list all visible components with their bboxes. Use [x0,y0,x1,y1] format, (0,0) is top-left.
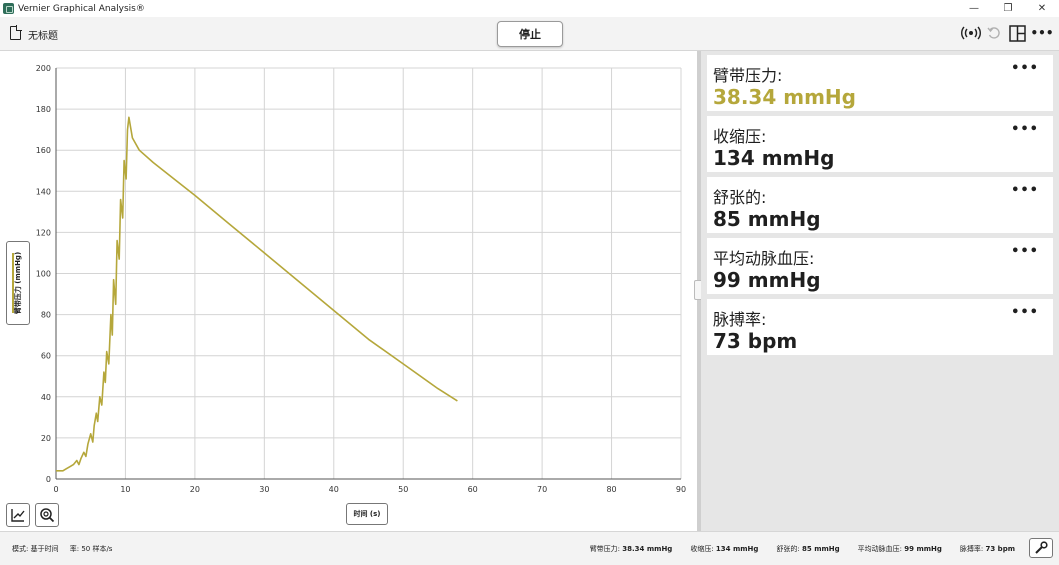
pressure-series-line [56,116,458,472]
x-tick-label: 50 [398,485,408,494]
meter-label: 臂带压力: [713,66,783,85]
x-tick-label: 80 [606,485,616,494]
sensor-settings-button[interactable] [1029,538,1053,558]
meter-label: 舒张的: [713,188,767,207]
meter-more-icon[interactable]: ••• [1011,244,1039,259]
x-axis-column-button[interactable]: 时间 (s) [346,503,388,525]
meter-more-icon[interactable]: ••• [1011,61,1039,76]
status-readout-map: 平均动脉血压: 99 mmHg [857,545,942,553]
meter-mean-arterial-pressure[interactable]: 平均动脉血压: 99 mmHg ••• [707,238,1053,294]
meter-cuff-pressure[interactable]: 臂带压力: 38.34 mmHg ••• [707,55,1053,111]
undo-icon[interactable] [986,24,1002,42]
y-tick-label: 120 [36,228,51,237]
wrench-icon [1035,541,1048,554]
graph-pane: 0 10 20 30 40 50 60 70 80 90 0 20 40 60 80 100 120 140 160… [0,51,697,531]
maximize-button[interactable]: ❐ [991,0,1025,17]
graph-tools-icon [11,509,25,522]
status-readout-cuff-pressure: 臂带压力: 38.34 mmHg [589,545,673,553]
zoom-icon [40,508,55,523]
status-left: 模式: 基于时间 率: 50 样本/s [12,544,112,554]
status-readout-pulse: 脉搏率: 73 bpm [959,545,1015,553]
y-tick-label: 0 [46,475,51,484]
meter-value: 85 mmHg [713,207,821,231]
stop-button-label: 停止 [519,28,541,41]
meter-value: 38.34 mmHg [713,85,856,109]
stop-collection-button[interactable]: 停止 [497,21,563,47]
document-icon[interactable] [10,25,22,40]
toolbar: 无标题 停止 ••• [0,17,1059,51]
app-logo-icon [3,3,14,14]
meter-value: 99 mmHg [713,268,821,292]
x-tick-label: 40 [329,485,339,494]
meter-systolic[interactable]: 收缩压: 134 mmHg ••• [707,116,1053,172]
x-tick-label: 70 [537,485,547,494]
y-tick-label: 100 [36,270,51,279]
x-tick-label: 10 [120,485,130,494]
meter-pane: 臂带压力: 38.34 mmHg ••• 收缩压: 134 mmHg ••• 舒… [701,51,1059,531]
x-tick-label: 60 [468,485,478,494]
x-tick-label: 90 [676,485,686,494]
meter-diastolic[interactable]: 舒张的: 85 mmHg ••• [707,177,1053,233]
meter-more-icon[interactable]: ••• [1011,305,1039,320]
x-tick-label: 30 [259,485,269,494]
layout-icon[interactable] [1008,24,1026,42]
y-axis-column-button[interactable]: 臂带压力 (mmHg) [6,241,30,325]
meter-label: 脉搏率: [713,310,767,329]
meter-label: 平均动脉血压: [713,249,815,268]
status-bar: 模式: 基于时间 率: 50 样本/s 臂带压力: 38.34 mmHg 收缩压… [0,531,1059,565]
y-tick-label: 180 [36,105,51,114]
zoom-button[interactable] [35,503,59,527]
meter-more-icon[interactable]: ••• [1011,122,1039,137]
status-readouts: 臂带压力: 38.34 mmHg 收缩压: 134 mmHg 舒张的: 85 m… [590,544,1015,554]
y-tick-label: 60 [41,352,51,361]
graph-tools-button[interactable] [6,503,30,527]
meter-pulse-rate[interactable]: 脉搏率: 73 bpm ••• [707,299,1053,355]
status-readout-diastolic: 舒张的: 85 mmHg [776,545,840,553]
wireless-sensor-icon[interactable] [961,24,981,42]
collection-mode[interactable]: 模式: 基于时间 [12,545,59,553]
meter-value: 73 bpm [713,329,798,353]
app-title: Vernier Graphical Analysis® [18,3,145,14]
close-button[interactable]: ✕ [1025,0,1059,17]
more-menu-icon[interactable]: ••• [1031,24,1054,42]
meter-more-icon[interactable]: ••• [1011,183,1039,198]
y-tick-label: 80 [41,311,51,320]
x-tick-label: 0 [53,485,58,494]
title-bar: Vernier Graphical Analysis® — ❐ ✕ [0,0,1059,17]
y-tick-label: 40 [41,393,51,402]
meter-label: 收缩压: [713,127,767,146]
x-tick-label: 20 [190,485,200,494]
document-title[interactable]: 无标题 [28,27,58,42]
sample-rate[interactable]: 率: 50 样本/s [70,545,113,553]
y-tick-label: 20 [41,434,51,443]
pressure-time-chart[interactable]: 0 10 20 30 40 50 60 70 80 90 0 20 40 60 80 100 120 140 160… [0,51,697,531]
y-tick-label: 140 [36,187,51,196]
status-readout-systolic: 收缩压: 134 mmHg [690,545,759,553]
y-tick-label: 200 [36,64,51,73]
x-axis-label: 时间 (s) [353,510,381,518]
meter-value: 134 mmHg [713,146,835,170]
y-tick-label: 160 [36,146,51,155]
minimize-button[interactable]: — [957,0,991,17]
y-axis-label: 臂带压力 (mmHg) [14,251,22,315]
window-controls: — ❐ ✕ [957,0,1059,17]
